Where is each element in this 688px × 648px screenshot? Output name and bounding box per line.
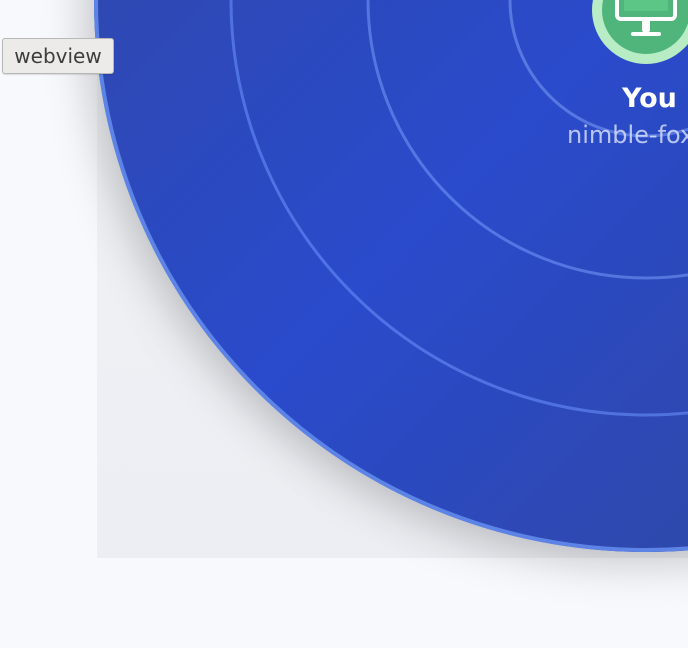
screen-root: webview You nimble-fox [0,0,688,648]
webview-label: webview [2,38,114,74]
device-name: nimble-fox [567,121,688,149]
radar-view [94,0,688,552]
you-label: You [622,83,677,114]
radar-background [94,0,688,552]
